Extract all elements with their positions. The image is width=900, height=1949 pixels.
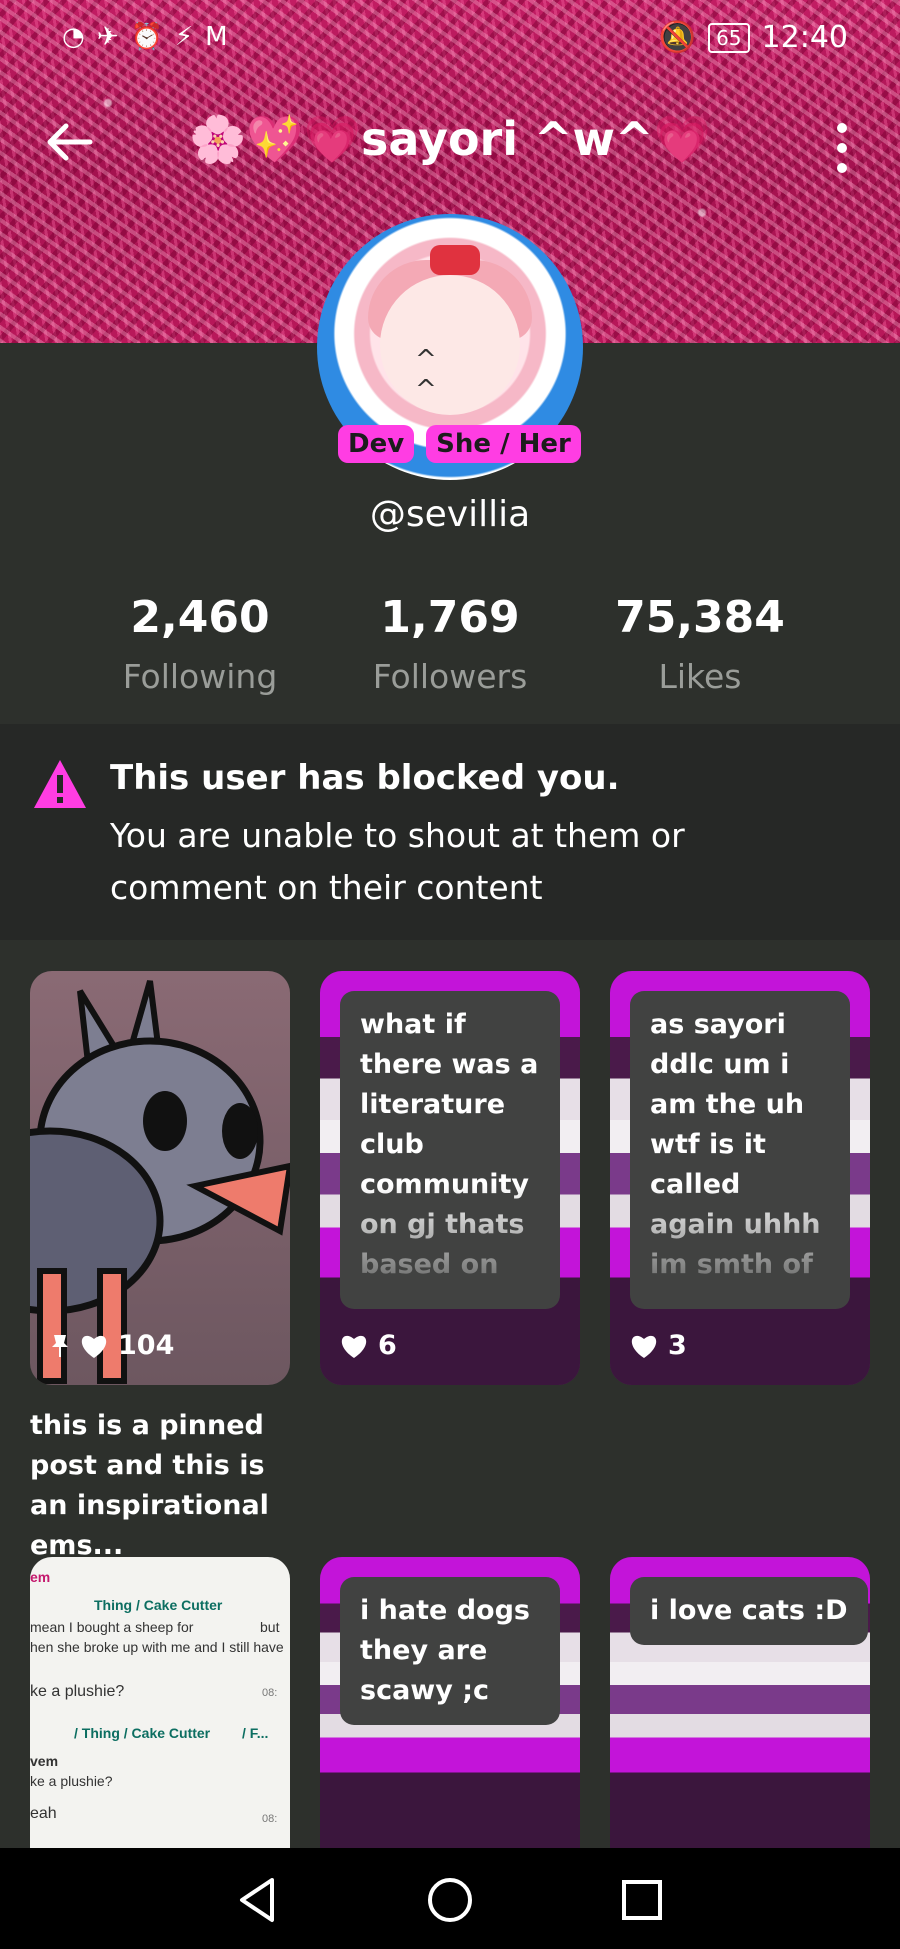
wifi-icon: ◔: [62, 22, 85, 52]
stat-label: Likes: [658, 657, 742, 696]
chat-line: eah: [30, 1805, 57, 1822]
battery-indicator: 65: [708, 22, 750, 53]
chat-line: but: [260, 1619, 280, 1635]
post-card-screenshot[interactable]: em Thing / Cake Cutter mean I bought a s…: [30, 1557, 290, 1848]
nav-home-icon[interactable]: [420, 1870, 480, 1930]
chat-line: mean I bought a sheep for: [30, 1619, 194, 1635]
chat-line: ke a plushie?: [30, 1773, 113, 1789]
back-arrow-icon[interactable]: [40, 112, 100, 172]
status-bar: ◔ ✈ ⏰ ⚡ M 🔕 65 12:40: [0, 0, 900, 76]
chat-line: vem: [30, 1753, 59, 1769]
nav-back-icon[interactable]: [228, 1870, 288, 1930]
post-card-text[interactable]: i hate dogs they are scawy ;c: [320, 1557, 580, 1848]
profile-title: 🌸💖💗sayori ^w^💗: [189, 112, 711, 166]
pinned-post-caption[interactable]: this is a pinned post and this is an ins…: [30, 1406, 290, 1566]
post-card-pinned[interactable]: 104: [30, 971, 290, 1385]
chat-line: / Thing / Cake Cutter: [74, 1725, 211, 1741]
warning-icon: [34, 760, 86, 808]
chat-line: Thing / Cake Cutter: [94, 1597, 223, 1613]
blocked-title: This user has blocked you.: [110, 758, 620, 798]
post-likes: 3: [630, 1330, 687, 1361]
stat-value: 2,460: [130, 592, 270, 643]
post-likes: 6: [340, 1330, 397, 1361]
bird-drawing: [30, 980, 290, 1384]
stat-label: Followers: [372, 657, 528, 696]
airplane-icon: ✈: [96, 22, 119, 52]
gmail-icon: M: [205, 22, 228, 52]
stat-followers[interactable]: 1,769 Followers: [320, 592, 580, 696]
stat-value: 75,384: [615, 592, 785, 643]
dev-badge: Dev: [338, 425, 415, 463]
avatar-bow: [430, 245, 480, 275]
text-fade: [630, 1185, 850, 1305]
badge-row: Dev She / Her: [338, 425, 581, 463]
mute-icon: 🔕: [658, 20, 697, 55]
chat-line: em: [30, 1569, 51, 1585]
status-icons-right: 🔕 65 12:40: [659, 20, 848, 55]
chat-time: 08:: [262, 1687, 278, 1699]
like-count: 104: [118, 1330, 175, 1361]
post-card-text[interactable]: what if there was a literature club comm…: [320, 971, 580, 1385]
heart-icon: [631, 1335, 657, 1358]
clock: 12:40: [761, 20, 848, 55]
heart-icon: [81, 1335, 107, 1358]
system-nav-bar: [0, 1848, 900, 1949]
pronoun-badge: She / Her: [426, 425, 581, 463]
alarm-icon: ⏰: [130, 22, 163, 52]
like-count: 3: [668, 1330, 687, 1361]
stat-following[interactable]: 2,460 Following: [70, 592, 330, 696]
more-options-icon[interactable]: [822, 118, 862, 178]
post-card-text[interactable]: as sayori ddlc um i am the uh wtf is it …: [610, 971, 870, 1385]
nav-recents-icon[interactable]: [612, 1870, 672, 1930]
like-count: 6: [378, 1330, 397, 1361]
avatar-eyes: ^ ^: [415, 345, 455, 405]
post-text: i hate dogs they are scawy ;c: [340, 1577, 560, 1725]
post-card-text[interactable]: i love cats :D: [610, 1557, 870, 1848]
post-text: i love cats :D: [630, 1577, 868, 1645]
flash-icon: ⚡: [174, 22, 194, 52]
status-icons-left: ◔ ✈ ⏰ ⚡ M: [62, 22, 228, 52]
text-fade: [340, 1185, 560, 1305]
stat-likes[interactable]: 75,384 Likes: [570, 592, 830, 696]
chat-time: 08:: [262, 1813, 278, 1825]
post-likes: 104: [50, 1330, 174, 1361]
chat-line: ke a plushie?: [30, 1683, 125, 1700]
chat-line: / F...: [242, 1725, 269, 1741]
chat-line: hen she broke up with me and I still hav…: [30, 1639, 284, 1655]
blocked-body: You are unable to shout at them or comme…: [110, 816, 685, 907]
user-handle: @sevillia: [369, 494, 531, 535]
stat-value: 1,769: [380, 592, 520, 643]
stat-label: Following: [122, 657, 278, 696]
heart-icon: [341, 1335, 367, 1358]
pin-icon: [52, 1334, 68, 1357]
